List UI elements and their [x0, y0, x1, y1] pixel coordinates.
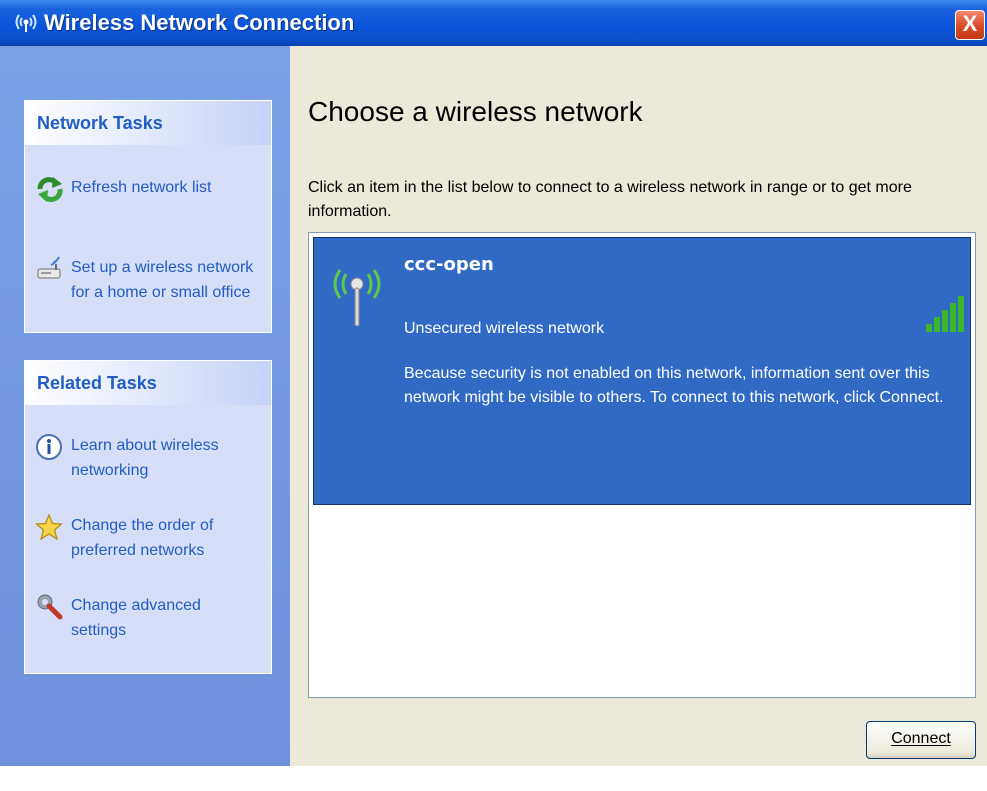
- connect-button[interactable]: Connect: [866, 721, 976, 759]
- task-label: Learn about wireless networking: [71, 437, 219, 479]
- change-advanced-settings-link[interactable]: Change advanced settings: [35, 593, 231, 643]
- setup-wireless-icon: [37, 256, 61, 279]
- wireless-antenna-icon: [15, 14, 37, 32]
- network-description: Because security is not enabled on this …: [404, 365, 944, 406]
- related-tasks-panel: Related Tasks Learn about wireless netwo…: [24, 360, 272, 674]
- info-icon: [36, 434, 62, 460]
- signal-bar: [934, 317, 940, 332]
- refresh-network-list-link[interactable]: Refresh network list: [35, 175, 261, 203]
- change-network-order-link[interactable]: Change the order of preferred networks: [35, 513, 241, 563]
- learn-about-wireless-link[interactable]: Learn about wireless networking: [35, 433, 231, 483]
- refresh-icon: [37, 177, 63, 202]
- related-tasks-title: Related Tasks: [25, 361, 271, 405]
- network-tasks-panel: Network Tasks Refresh network list Set u…: [24, 100, 272, 333]
- network-list-item[interactable]: ccc-open Unsecured wireless network Beca…: [313, 237, 971, 505]
- wireless-network-list[interactable]: ccc-open Unsecured wireless network Beca…: [308, 232, 976, 698]
- signal-bar: [942, 310, 948, 332]
- signal-bar: [926, 324, 932, 332]
- network-tasks-title: Network Tasks: [25, 101, 271, 145]
- main-content: Choose a wireless network Click an item …: [290, 46, 987, 766]
- window-bottom-edge: [0, 766, 987, 791]
- star-icon: [35, 513, 64, 541]
- task-sidebar: Network Tasks Refresh network list Set u…: [0, 46, 290, 766]
- title-bar[interactable]: Wireless Network Connection X: [0, 0, 987, 46]
- page-title: Choose a wireless network: [308, 96, 643, 127]
- signal-bar: [950, 303, 956, 332]
- signal-strength-icon: [926, 296, 964, 332]
- task-label: Set up a wireless network for a home or …: [71, 259, 254, 301]
- window-title: Wireless Network Connection: [44, 10, 355, 35]
- signal-bar: [958, 296, 964, 332]
- wireless-network-connection-window: Wireless Network Connection X Network Ta…: [0, 0, 987, 791]
- access-point-icon: [333, 269, 381, 327]
- close-button[interactable]: X: [955, 10, 985, 40]
- network-security-status: Unsecured wireless network: [404, 320, 605, 337]
- task-label: Change advanced settings: [71, 597, 201, 639]
- task-label: Change the order of preferred networks: [71, 517, 214, 559]
- network-ssid: ccc-open: [404, 254, 494, 275]
- instruction-text: Click an item in the list below to conne…: [308, 179, 912, 220]
- task-label: Refresh network list: [71, 179, 212, 196]
- wrench-icon: [37, 594, 63, 620]
- setup-wireless-network-link[interactable]: Set up a wireless network for a home or …: [35, 255, 271, 305]
